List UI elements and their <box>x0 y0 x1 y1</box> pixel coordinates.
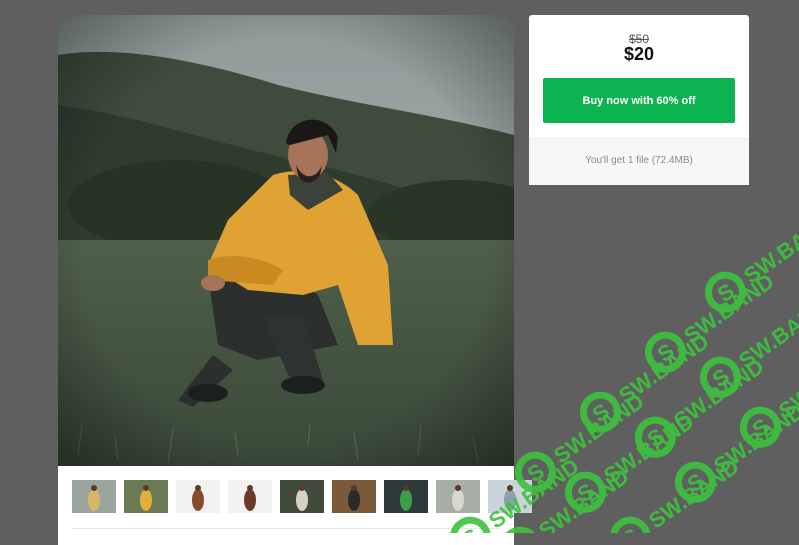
watermark-mark: SSW.BAND <box>634 353 768 458</box>
thumb-7[interactable] <box>384 480 428 513</box>
price-panel: $50 $20 Buy now with 60% off You'll get … <box>529 15 749 185</box>
svg-text:SW.BAND: SW.BAND <box>739 208 799 288</box>
svg-text:S: S <box>618 523 644 533</box>
thumb-3[interactable] <box>176 480 220 513</box>
thumbnail-divider <box>72 528 500 529</box>
svg-text:S: S <box>653 338 679 367</box>
svg-text:SW.BAND: SW.BAND <box>534 463 633 533</box>
product-preview-card <box>58 15 532 545</box>
svg-text:SW.BAND: SW.BAND <box>734 293 799 373</box>
thumb-1[interactable] <box>72 480 116 513</box>
watermark-mark: SSW.BAND <box>644 268 778 373</box>
svg-text:SW.BAND: SW.BAND <box>614 328 713 408</box>
file-info-text: You'll get 1 file (72.4MB) <box>585 155 693 166</box>
svg-text:SW.BAND: SW.BAND <box>644 453 743 533</box>
thumb-8[interactable] <box>436 480 480 513</box>
thumb-4[interactable] <box>228 480 272 513</box>
watermark-mark: SSW.BAND <box>564 408 698 513</box>
thumbnail-strip <box>58 466 532 545</box>
watermark-mark: SSW.BAND <box>674 398 799 503</box>
svg-text:SW.BAND: SW.BAND <box>774 343 799 423</box>
thumb-9[interactable] <box>488 480 532 513</box>
svg-text:S: S <box>708 363 734 392</box>
svg-text:SW.BAND: SW.BAND <box>599 408 698 488</box>
svg-text:S: S <box>588 398 614 427</box>
svg-text:SW.BAND: SW.BAND <box>709 398 799 478</box>
svg-text:S: S <box>748 413 774 442</box>
watermark-mark: SSW.BAND <box>699 293 799 398</box>
svg-text:S: S <box>683 468 709 497</box>
main-product-image[interactable] <box>58 15 514 466</box>
svg-text:SW.BAND: SW.BAND <box>549 388 648 468</box>
price-footer: You'll get 1 file (72.4MB) <box>529 138 749 185</box>
watermark-mark: SSW.BAND <box>514 388 648 493</box>
sale-price: $20 <box>623 44 655 64</box>
thumb-5[interactable] <box>280 480 324 513</box>
svg-text:S: S <box>713 278 739 307</box>
watermark-mark: SSW.BAND <box>739 343 799 448</box>
thumb-2[interactable] <box>124 480 168 513</box>
buy-now-button[interactable]: Buy now with 60% off <box>543 78 735 123</box>
svg-text:S: S <box>573 478 599 507</box>
watermark-mark: SSW.BAND <box>704 208 799 313</box>
svg-text:S: S <box>643 423 669 452</box>
svg-text:SW.BAND: SW.BAND <box>669 353 768 433</box>
watermark-mark: SSW.BAND <box>579 328 713 433</box>
thumb-6[interactable] <box>332 480 376 513</box>
svg-text:SW.BAND: SW.BAND <box>679 268 778 348</box>
watermark-mark: SSW.BAND <box>609 453 743 533</box>
